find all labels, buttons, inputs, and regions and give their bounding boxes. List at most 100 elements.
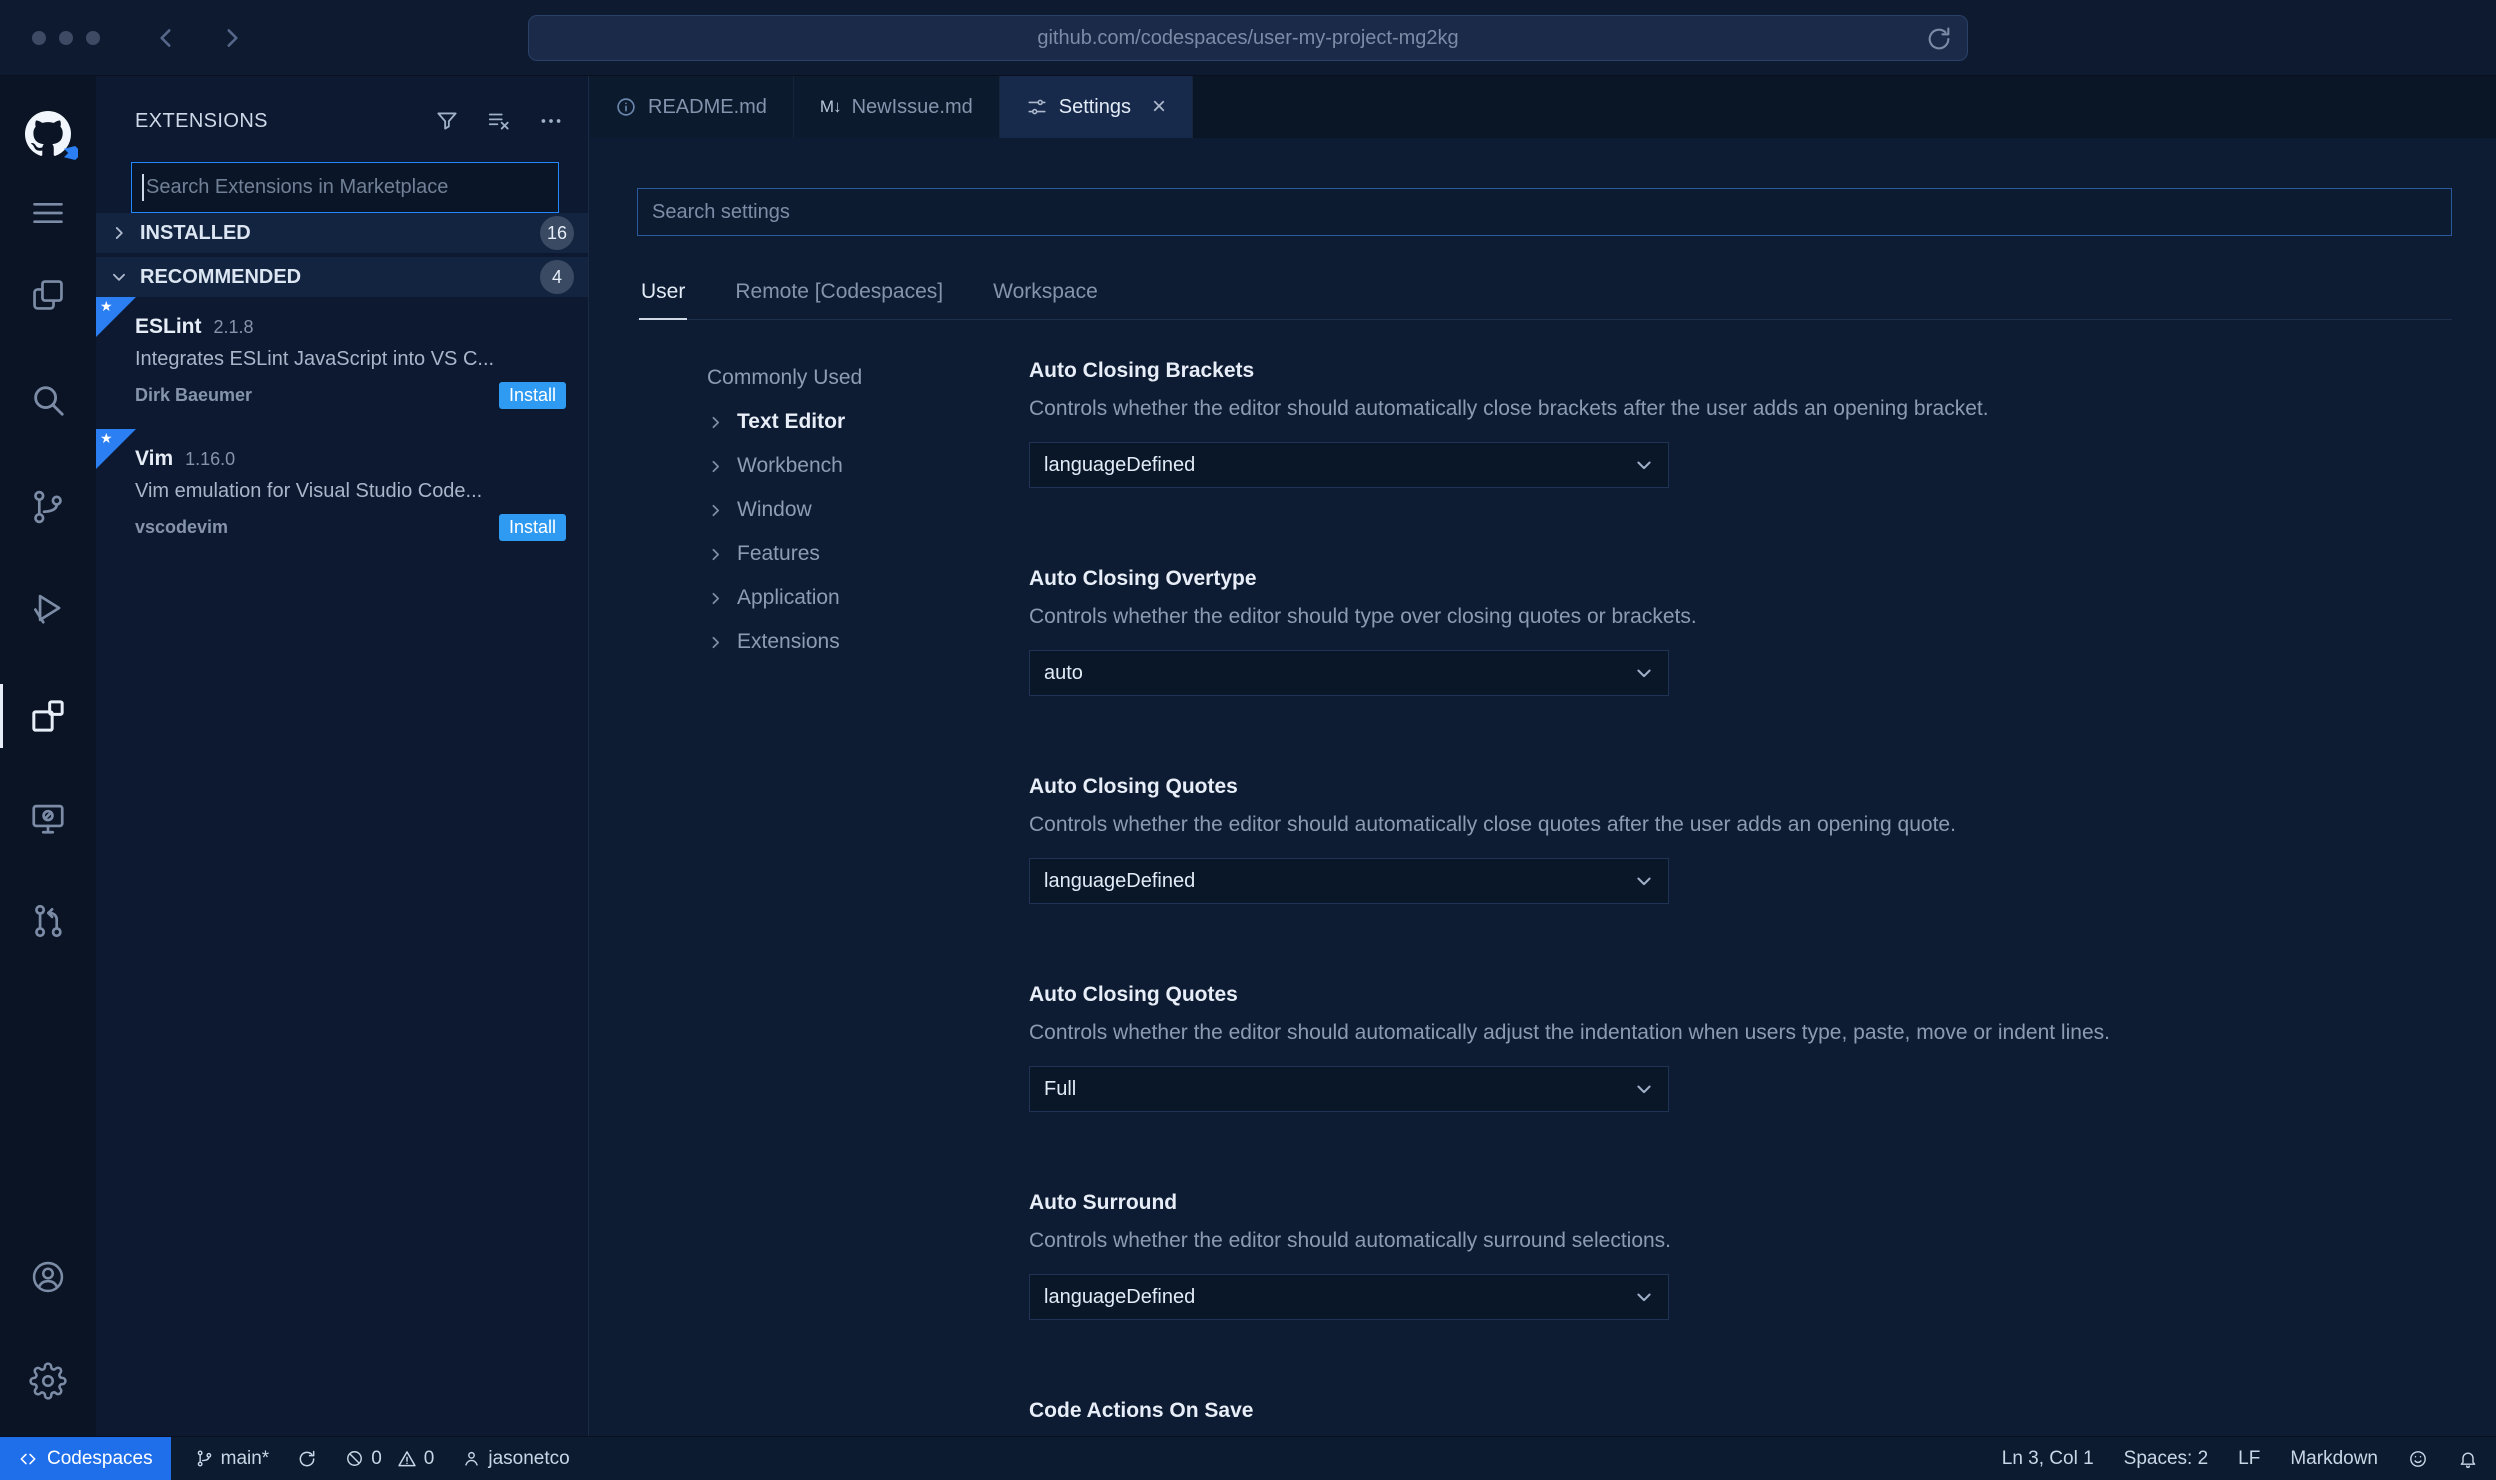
settings-scope-tabs: User Remote [Codespaces] Workspace [637, 270, 2452, 320]
account-icon[interactable] [0, 1245, 96, 1309]
user-indicator[interactable]: jasonetco [462, 1448, 570, 1470]
warning-count: 0 [423, 1447, 435, 1469]
pull-requests-icon[interactable] [0, 889, 96, 953]
star-icon: ★ [100, 298, 113, 314]
sidebar-section-installed[interactable]: INSTALLED 16 [96, 213, 588, 253]
setting-dropdown[interactable]: languageDefined [1029, 858, 1669, 904]
toc-label: Workbench [737, 454, 843, 477]
chevron-down-icon [1634, 1287, 1654, 1307]
error-count: 0 [371, 1447, 382, 1469]
extension-name: Vim [135, 447, 174, 470]
extensions-icon[interactable] [0, 684, 96, 748]
codespaces-icon [18, 1449, 38, 1469]
settings-toc: Commonly Used Text Editor Workbench Wind… [707, 356, 1029, 1436]
setting-description: Controls whether the editor should autom… [1029, 813, 1956, 836]
maximize-window-button[interactable] [86, 31, 100, 45]
warning-icon [397, 1449, 417, 1469]
toc-text-editor[interactable]: Text Editor [707, 400, 1029, 444]
more-actions-icon[interactable] [538, 108, 564, 134]
setting-row: Auto Surround Controls whether the edito… [1029, 1188, 2452, 1320]
dropdown-value: Full [1044, 1077, 1077, 1100]
editor-tab-bar: README.md M↓ NewIssue.md Settings × [589, 76, 2496, 138]
close-tab-icon[interactable]: × [1152, 95, 1166, 119]
setting-dropdown[interactable]: Full [1029, 1066, 1669, 1112]
tab-readme[interactable]: README.md [589, 76, 794, 138]
toc-label: Application [737, 586, 840, 609]
toc-workbench[interactable]: Workbench [707, 444, 1029, 488]
settings-gear-icon[interactable] [0, 1349, 96, 1413]
scope-tab-user[interactable]: User [639, 270, 688, 320]
filter-icon[interactable] [434, 108, 460, 134]
indentation[interactable]: Spaces: 2 [2124, 1448, 2209, 1470]
source-control-icon[interactable] [0, 475, 96, 539]
extension-name: ESLint [135, 315, 202, 338]
sidebar-header: EXTENSIONS [96, 76, 588, 152]
extension-description: Integrates ESLint JavaScript into VS C..… [135, 348, 495, 370]
language-mode[interactable]: Markdown [2290, 1448, 2378, 1470]
clear-extensions-icon[interactable] [486, 108, 512, 134]
tab-newissue[interactable]: M↓ NewIssue.md [793, 76, 1000, 138]
app-window: github.com/codespaces/user-my-project-mg… [0, 0, 2496, 1480]
feedback-icon[interactable] [2408, 1449, 2428, 1469]
eol-indicator[interactable]: LF [2238, 1448, 2260, 1470]
tab-label: NewIssue.md [851, 95, 973, 118]
close-window-button[interactable] [32, 31, 46, 45]
sync-icon[interactable] [297, 1449, 317, 1469]
setting-dropdown[interactable]: languageDefined [1029, 442, 1669, 488]
settings-search-input[interactable] [637, 188, 2452, 236]
dropdown-value: languageDefined [1044, 869, 1196, 892]
toc-commonly-used[interactable]: Commonly Used [707, 356, 1029, 400]
explorer-icon[interactable] [0, 263, 96, 327]
text-caret [142, 174, 144, 201]
run-debug-icon[interactable] [0, 576, 96, 640]
remote-indicator[interactable]: Codespaces [0, 1437, 171, 1480]
remote-explorer-icon[interactable] [0, 786, 96, 850]
setting-description: Controls whether the editor should type … [1029, 605, 1697, 628]
setting-description: Controls whether the editor should autom… [1029, 397, 1989, 420]
cursor-position[interactable]: Ln 3, Col 1 [2002, 1448, 2094, 1470]
minimize-window-button[interactable] [59, 31, 73, 45]
error-icon [345, 1449, 364, 1468]
toc-window[interactable]: Window [707, 488, 1029, 532]
scope-tab-remote[interactable]: Remote [Codespaces] [733, 270, 945, 319]
menu-icon[interactable] [0, 181, 96, 245]
extension-version: 2.1.8 [213, 317, 254, 337]
extension-list-item[interactable]: ★ ESLint 2.1.8 Integrates ESLint JavaScr… [96, 297, 588, 423]
browser-back-button[interactable] [148, 20, 184, 56]
star-icon: ★ [100, 430, 113, 446]
setting-row: Auto Closing Brackets Controls whether t… [1029, 356, 2452, 488]
search-icon[interactable] [0, 368, 96, 432]
sidebar-section-recommended[interactable]: RECOMMENDED 4 [96, 257, 588, 297]
main-area: EXTENSIONS Search Extensions in Marketpl… [0, 76, 2496, 1436]
refresh-icon[interactable] [1925, 25, 1953, 53]
extensions-search-input[interactable] [131, 162, 559, 213]
setting-dropdown[interactable]: languageDefined [1029, 1274, 1669, 1320]
git-branch-icon [195, 1449, 214, 1468]
chevron-down-icon [110, 268, 140, 286]
setting-description: Controls whether the editor should autom… [1029, 1021, 2110, 1044]
notifications-bell-icon[interactable] [2458, 1449, 2478, 1469]
problems-indicator[interactable]: 0 0 [345, 1448, 434, 1470]
person-icon [462, 1449, 481, 1468]
install-button[interactable]: Install [498, 514, 566, 541]
scope-tab-workspace[interactable]: Workspace [991, 270, 1100, 319]
chevron-down-icon [1634, 455, 1654, 475]
tab-settings[interactable]: Settings × [999, 76, 1194, 138]
info-icon [615, 96, 637, 118]
chevron-right-icon [707, 590, 737, 607]
tab-label: README.md [648, 95, 767, 118]
toc-features[interactable]: Features [707, 532, 1029, 576]
extension-author: Dirk Baeumer [135, 385, 253, 405]
branch-indicator[interactable]: main* [195, 1448, 269, 1470]
github-logo [0, 102, 96, 166]
dropdown-value: languageDefined [1044, 453, 1196, 476]
browser-forward-button[interactable] [214, 20, 250, 56]
install-button[interactable]: Install [498, 382, 566, 409]
toc-application[interactable]: Application [707, 576, 1029, 620]
setting-dropdown[interactable]: auto [1029, 650, 1669, 696]
toc-extensions[interactable]: Extensions [707, 620, 1029, 664]
address-bar[interactable]: github.com/codespaces/user-my-project-mg… [528, 15, 1968, 61]
window-controls[interactable] [32, 31, 100, 45]
extension-list-item[interactable]: ★ Vim 1.16.0 Vim emulation for Visual St… [96, 429, 588, 555]
toc-label: Text Editor [737, 410, 846, 433]
